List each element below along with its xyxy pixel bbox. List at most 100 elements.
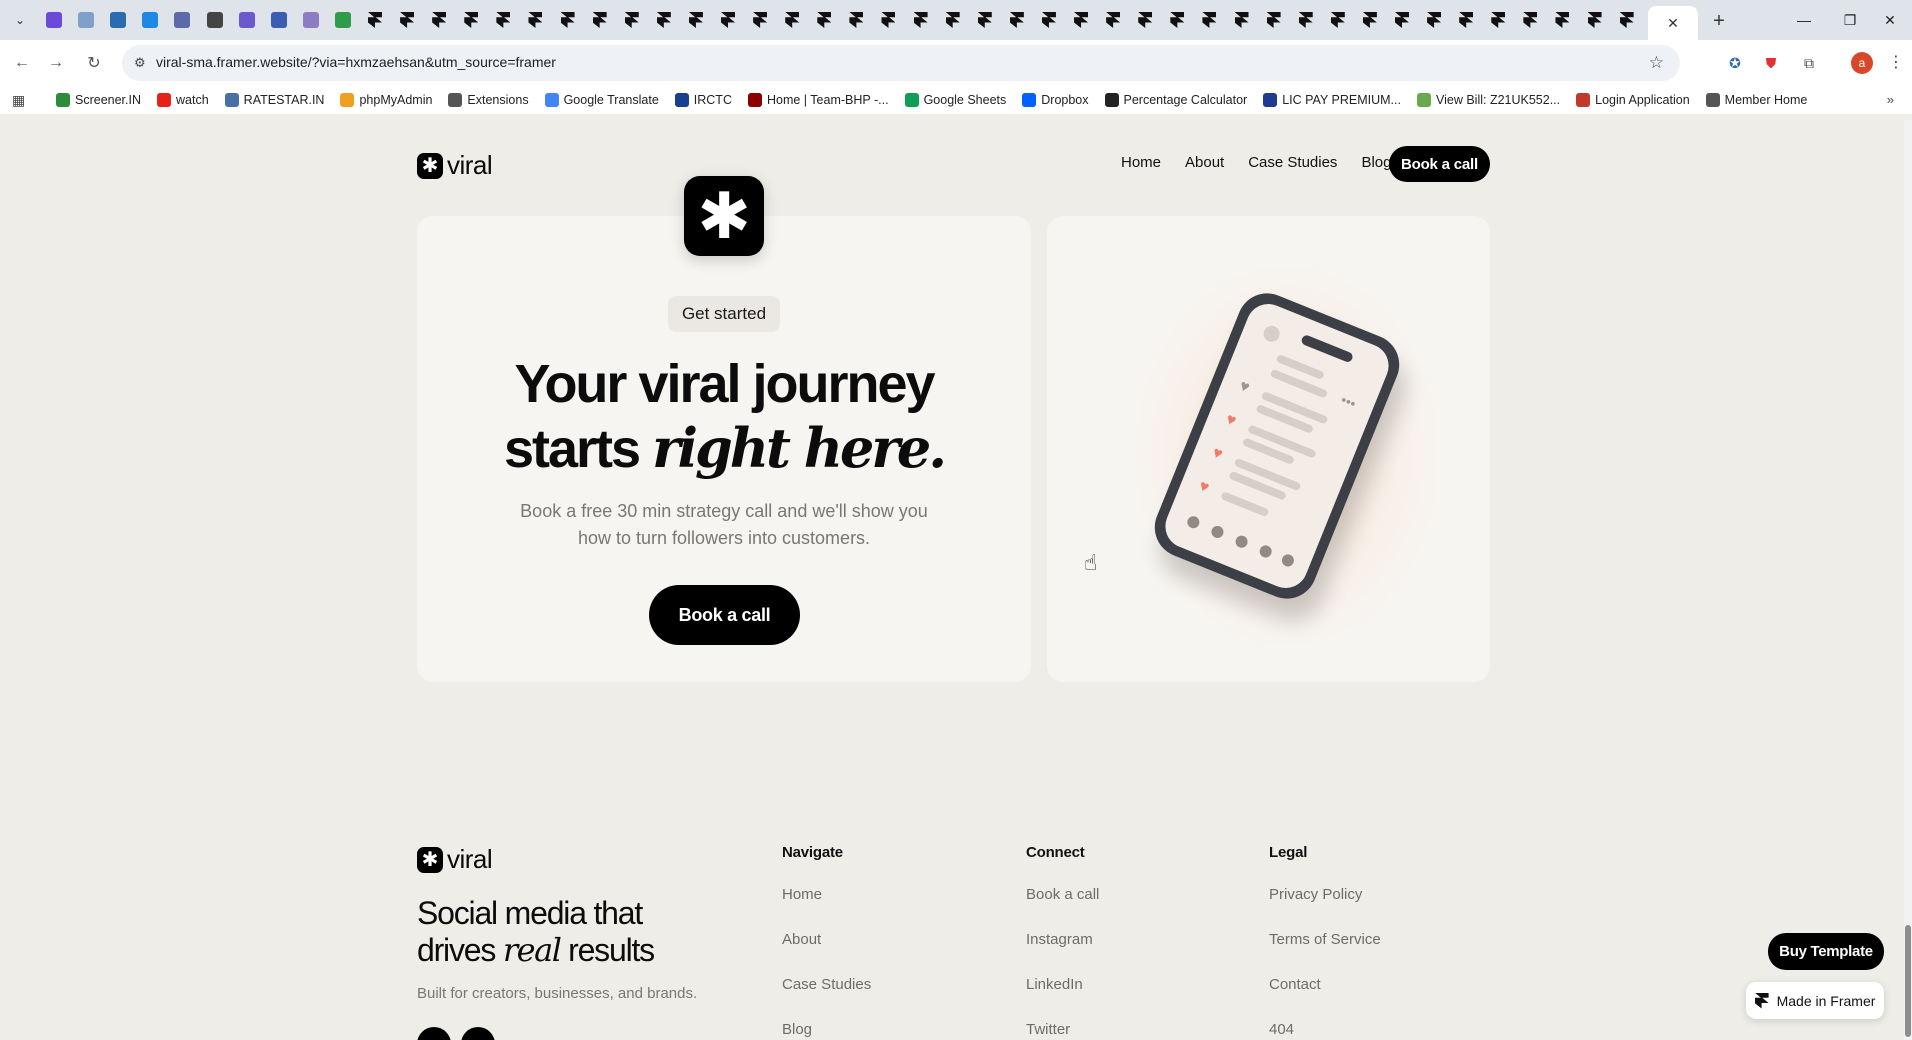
pinned-tab[interactable] xyxy=(1193,6,1225,34)
pinned-tab[interactable] xyxy=(712,6,744,34)
pinned-tab[interactable] xyxy=(1546,6,1578,34)
pinned-tab[interactable] xyxy=(1033,6,1065,34)
footer-link-about[interactable]: About xyxy=(782,931,871,976)
pinned-tab[interactable] xyxy=(295,6,327,34)
footer-logo[interactable]: ✱ viral xyxy=(417,844,493,875)
close-tab-icon[interactable]: ✕ xyxy=(1667,15,1679,32)
apps-grid-icon[interactable]: ▦ xyxy=(12,92,25,109)
bookmark-item[interactable]: Google Translate xyxy=(544,93,659,107)
browser-menu-icon[interactable]: ⋮ xyxy=(1888,52,1904,72)
pinned-tab[interactable] xyxy=(166,6,198,34)
pinned-tab[interactable] xyxy=(1290,6,1322,34)
pinned-tab[interactable] xyxy=(584,6,616,34)
pinned-tab[interactable] xyxy=(905,6,937,34)
nav-blog[interactable]: Blog xyxy=(1361,154,1391,171)
active-tab[interactable]: ✕ xyxy=(1648,6,1698,40)
bookmark-item[interactable]: Member Home xyxy=(1705,93,1807,107)
social-icon[interactable] xyxy=(461,1027,495,1040)
address-bar[interactable]: ⚙ viral-sma.framer.website/?via=hxmzaehs… xyxy=(122,45,1680,81)
bookmark-item[interactable]: watch xyxy=(157,93,209,107)
extension-icon[interactable]: ✪ xyxy=(1724,52,1746,74)
more-bookmarks-icon[interactable]: » xyxy=(1887,92,1894,107)
pinned-tab[interactable] xyxy=(808,6,840,34)
pinned-tab[interactable] xyxy=(1386,6,1418,34)
nav-about[interactable]: About xyxy=(1185,154,1224,171)
bookmark-item[interactable]: phpMyAdmin xyxy=(340,93,432,107)
buy-template-button[interactable]: Buy Template xyxy=(1768,933,1884,970)
pinned-tab[interactable] xyxy=(455,6,487,34)
bookmark-item[interactable]: Screener.IN xyxy=(56,93,141,107)
bookmark-item[interactable]: IRCTC xyxy=(674,93,732,107)
bookmark-item[interactable]: RATESTAR.IN xyxy=(224,93,324,107)
pinned-tab[interactable] xyxy=(423,6,455,34)
pinned-tab[interactable] xyxy=(552,6,584,34)
footer-link-twitter[interactable]: Twitter xyxy=(1026,1021,1099,1040)
pinned-tab[interactable] xyxy=(1129,6,1161,34)
pinned-tab[interactable] xyxy=(38,6,70,34)
footer-link-linkedin[interactable]: LinkedIn xyxy=(1026,976,1099,1021)
pinned-tab[interactable] xyxy=(263,6,295,34)
pinned-tab[interactable] xyxy=(327,6,359,34)
reload-icon[interactable]: ↻ xyxy=(82,51,106,75)
pinned-tab[interactable] xyxy=(487,6,519,34)
bookmark-item[interactable]: LIC PAY PREMIUM... xyxy=(1263,93,1401,107)
pinned-tab[interactable] xyxy=(1579,6,1611,34)
pinned-tab[interactable] xyxy=(519,6,551,34)
pinned-tab[interactable] xyxy=(359,6,391,34)
new-tab-button[interactable]: + xyxy=(1706,8,1732,34)
pinned-tab[interactable] xyxy=(1450,6,1482,34)
profile-avatar[interactable]: a xyxy=(1851,52,1873,74)
nav-home[interactable]: Home xyxy=(1121,154,1161,171)
pinned-tab[interactable] xyxy=(616,6,648,34)
pinned-tab[interactable] xyxy=(1418,6,1450,34)
back-icon[interactable]: ← xyxy=(10,51,34,75)
minimize-icon[interactable]: — xyxy=(1782,6,1826,34)
footer-link-privacy[interactable]: Privacy Policy xyxy=(1269,886,1381,931)
footer-link-404[interactable]: 404 xyxy=(1269,1021,1381,1040)
pinned-tab[interactable] xyxy=(231,6,263,34)
pinned-tab[interactable] xyxy=(1611,6,1643,34)
pinned-tab[interactable] xyxy=(102,6,134,34)
book-call-button[interactable]: Book a call xyxy=(649,585,800,645)
bookmark-item[interactable]: Home | Team-BHP -... xyxy=(747,93,889,107)
pinned-tab[interactable] xyxy=(1001,6,1033,34)
tab-search-icon[interactable]: ⌄ xyxy=(10,10,30,30)
bookmark-item[interactable]: Dropbox xyxy=(1022,93,1089,107)
pinned-tab[interactable] xyxy=(70,6,102,34)
scrollbar-thumb[interactable] xyxy=(1905,925,1911,1037)
window-close-icon[interactable]: ✕ xyxy=(1868,6,1912,34)
nav-case-studies[interactable]: Case Studies xyxy=(1248,154,1337,171)
footer-link-instagram[interactable]: Instagram xyxy=(1026,931,1099,976)
shield-extension-icon[interactable]: ⛊ xyxy=(1760,52,1782,74)
pinned-tab[interactable] xyxy=(648,6,680,34)
pinned-tab[interactable] xyxy=(1482,6,1514,34)
pinned-tab[interactable] xyxy=(1225,6,1257,34)
bookmark-item[interactable]: Extensions xyxy=(448,93,529,107)
pinned-tab[interactable] xyxy=(1354,6,1386,34)
pinned-tab[interactable] xyxy=(1161,6,1193,34)
nav-book-call-button[interactable]: Book a call xyxy=(1389,146,1490,182)
pinned-tab[interactable] xyxy=(198,6,230,34)
pinned-tab[interactable] xyxy=(1065,6,1097,34)
pinned-tab[interactable] xyxy=(937,6,969,34)
site-info-icon[interactable]: ⚙ xyxy=(134,55,150,71)
footer-link-contact[interactable]: Contact xyxy=(1269,976,1381,1021)
pinned-tab[interactable] xyxy=(840,6,872,34)
pinned-tab[interactable] xyxy=(872,6,904,34)
pinned-tab[interactable] xyxy=(1097,6,1129,34)
footer-link-book-call[interactable]: Book a call xyxy=(1026,886,1099,931)
pinned-tab[interactable] xyxy=(969,6,1001,34)
page-scrollbar[interactable] xyxy=(1904,120,1912,1040)
header-logo[interactable]: ✱ viral xyxy=(417,150,493,181)
pinned-tab[interactable] xyxy=(680,6,712,34)
footer-link-case-studies[interactable]: Case Studies xyxy=(782,976,871,1021)
forward-icon[interactable]: → xyxy=(44,51,68,75)
pinned-tab[interactable] xyxy=(744,6,776,34)
bookmark-item[interactable]: Login Application xyxy=(1576,93,1690,107)
footer-link-blog[interactable]: Blog xyxy=(782,1021,871,1040)
footer-link-terms[interactable]: Terms of Service xyxy=(1269,931,1381,976)
pinned-tab[interactable] xyxy=(776,6,808,34)
bookmark-item[interactable]: View Bill: Z21UK552... xyxy=(1416,93,1560,107)
social-icon[interactable] xyxy=(417,1027,451,1040)
url-text[interactable]: viral-sma.framer.website/?via=hxmzaehsan… xyxy=(156,54,556,70)
